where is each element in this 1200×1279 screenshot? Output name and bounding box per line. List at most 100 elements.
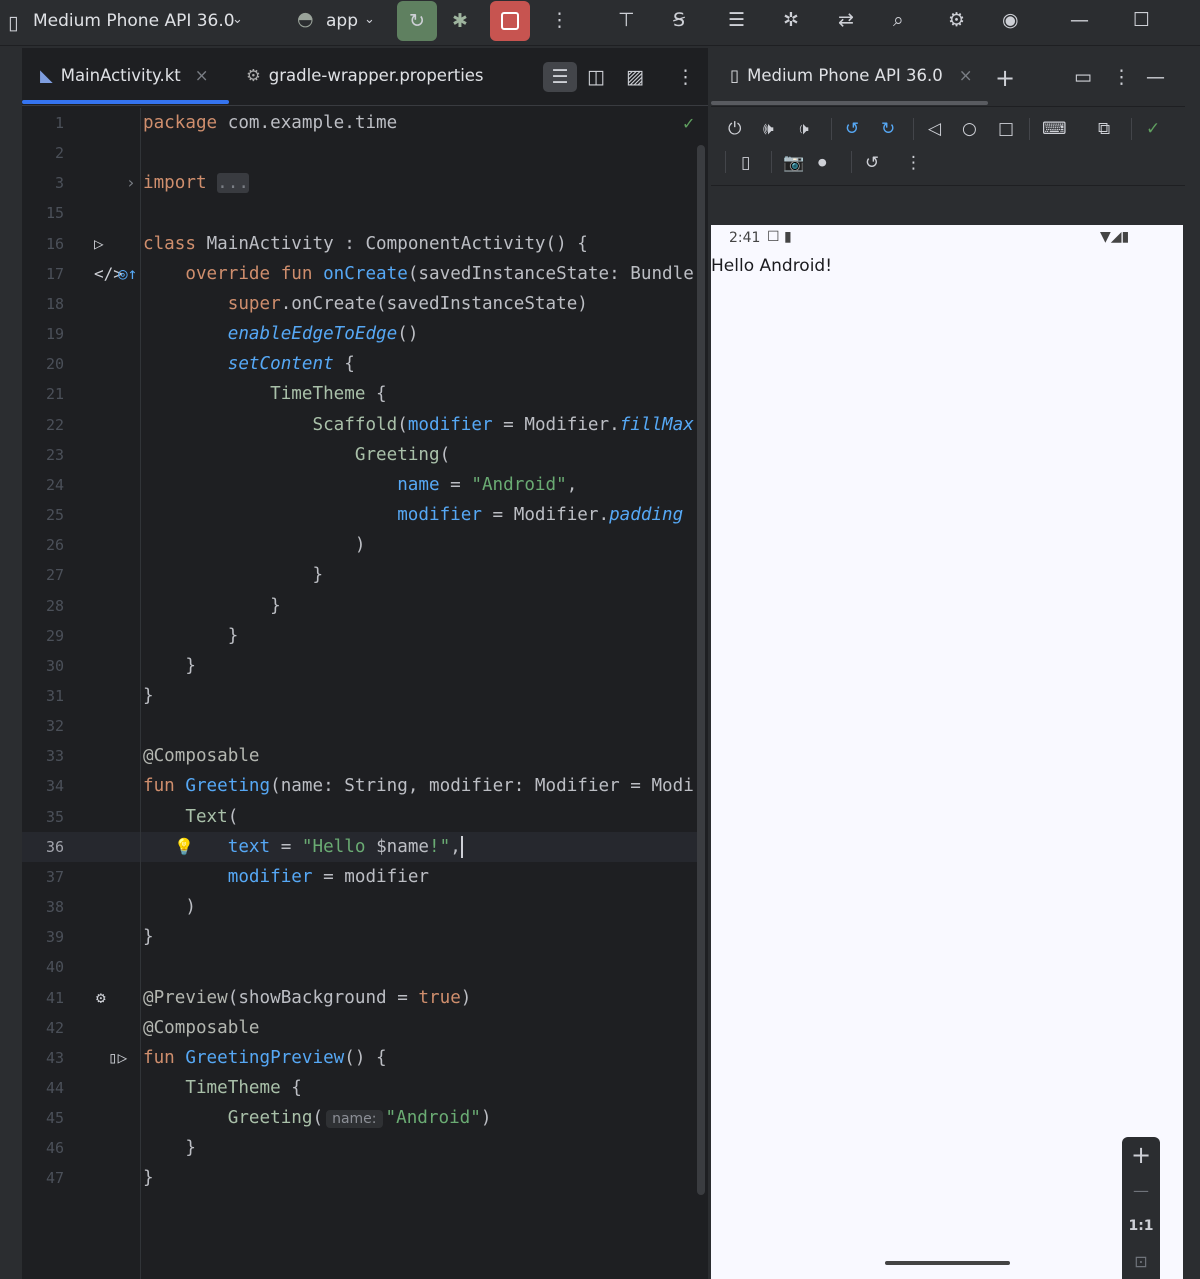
code-line: } <box>143 681 705 711</box>
code-line: enableEdgeToEdge() <box>143 319 705 349</box>
line-number: 38 <box>45 898 64 917</box>
line-number: 39 <box>45 928 64 947</box>
code-view-button[interactable]: ☰ <box>543 62 577 92</box>
design-view-button[interactable]: ▨ <box>626 66 644 88</box>
code-token-kw: override fun <box>143 263 324 284</box>
gutter-line: 44 <box>22 1073 140 1103</box>
code-token-ann: @Preview <box>143 987 228 1008</box>
zoom-out-button[interactable]: — <box>1133 1173 1149 1209</box>
gutter-line: 43 ▯▷ <box>22 1043 140 1073</box>
stop-button[interactable] <box>490 1 530 41</box>
maximize-icon[interactable]: ☐ <box>1133 9 1150 31</box>
line-number: 15 <box>45 204 64 223</box>
code-line: class MainActivity : ComponentActivity()… <box>143 229 705 259</box>
override-icon[interactable]: ◎↑ <box>118 259 137 289</box>
attach-debugger-icon[interactable]: ✲ <box>783 9 799 31</box>
code-area[interactable]: package com.example.time import ... class … <box>143 108 705 1194</box>
code-token-tx: } <box>143 655 196 676</box>
chevron-down-icon[interactable]: ⌄ <box>232 12 243 27</box>
editor-scrollbar[interactable] <box>697 145 705 1195</box>
code-line: @Preview(showBackground = true) <box>143 983 705 1013</box>
overview-icon[interactable]: □ <box>998 119 1014 139</box>
back-icon[interactable]: ◁ <box>928 119 941 139</box>
minimize-icon[interactable]: — <box>1070 9 1089 31</box>
code-token-tx: } <box>143 595 281 616</box>
line-number: 23 <box>45 445 64 464</box>
gutter-line: 2 <box>22 138 140 168</box>
code-line: @Composable <box>143 1013 705 1043</box>
code-token-tx <box>143 384 270 404</box>
hide-panel-icon[interactable]: — <box>1146 66 1165 88</box>
divider <box>711 185 1185 186</box>
fold-arrow-icon[interactable]: › <box>126 168 136 198</box>
screenshot-icon[interactable]: 📷 <box>783 153 804 173</box>
debug-icon[interactable]: ✱ <box>452 10 468 32</box>
sync-icon[interactable]: ⇄ <box>838 9 854 31</box>
gutter-line: 34 <box>22 771 140 801</box>
home-icon[interactable]: ○ <box>962 119 977 139</box>
preview-icon[interactable]: ▯▷ <box>108 1043 127 1073</box>
zoom-in-button[interactable]: + <box>1131 1137 1151 1173</box>
device-screen[interactable] <box>711 225 1183 1279</box>
translate-icon[interactable]: Ꞩ <box>673 9 685 31</box>
code-token-tx: } <box>143 685 154 706</box>
code-token-fold[interactable]: ... <box>217 173 249 194</box>
notification-icons: ☐ ▮ <box>767 229 792 245</box>
code-token-cmp: TimeTheme <box>185 1078 281 1098</box>
code-line: TimeTheme { <box>143 379 705 409</box>
code-token-tx: , <box>566 474 578 495</box>
code-token-str: "Hello <box>301 836 377 857</box>
window-layout-icon[interactable]: ▭ <box>1074 66 1092 88</box>
tab-gradle-wrapper[interactable]: ⚙ gradle-wrapper.properties <box>246 66 484 85</box>
gesture-nav-bar[interactable] <box>885 1261 1010 1265</box>
screen-record-icon[interactable]: ⏺ <box>818 153 827 173</box>
run-config-selector[interactable]: app <box>326 11 358 31</box>
code-token-kw: class <box>143 233 207 254</box>
power-icon[interactable]: ⏻ <box>728 119 741 139</box>
more-icon[interactable]: ⋮ <box>676 66 695 88</box>
gutter-line: 41 ⚙ <box>22 983 140 1013</box>
code-line: ) <box>143 530 705 560</box>
rotate-left-icon[interactable]: ↺ <box>845 119 859 139</box>
keyboard-mouse-icon[interactable]: ⌨ <box>1042 119 1067 139</box>
settings-icon[interactable]: ⚙ <box>948 9 965 31</box>
device-selector[interactable]: Medium Phone API 36.0 <box>33 11 235 31</box>
profiler-icon[interactable]: ⊤ <box>618 9 635 31</box>
search-icon[interactable]: ⌕ <box>893 9 904 31</box>
gutter-line: 40 <box>22 952 140 982</box>
code-line: setContent { <box>143 349 705 379</box>
tab-running-device[interactable]: ▯ Medium Phone API 36.0 × <box>730 66 973 85</box>
code-token-fn: onCreate <box>323 263 408 284</box>
code-token-tx: () { <box>344 1047 387 1068</box>
layout-inspector-icon[interactable]: ☰ <box>728 9 745 31</box>
zoom-actual-size-button[interactable]: 1:1 <box>1128 1208 1153 1244</box>
code-line: package com.example.time <box>143 108 705 138</box>
rotate-right-icon[interactable]: ↻ <box>881 119 895 139</box>
more-icon[interactable]: ⋮ <box>1112 66 1131 88</box>
device-settings-icon[interactable]: ▯ <box>741 153 750 173</box>
volume-down-icon[interactable]: 🕩 <box>798 119 809 139</box>
tab-label: MainActivity.kt <box>60 66 181 85</box>
code-token-tx: } <box>143 1138 196 1159</box>
split-view-button[interactable]: ◫ <box>587 66 605 88</box>
more-icon[interactable]: ⋮ <box>550 9 569 31</box>
gear-icon[interactable]: ⚙ <box>96 983 106 1013</box>
line-number: 41 <box>45 988 64 1007</box>
volume-up-icon[interactable]: 🕪 <box>763 119 774 139</box>
code-token-tx: } <box>143 565 324 586</box>
chevron-down-icon[interactable]: ⌄ <box>364 12 375 27</box>
android-icon: ◓ <box>297 8 314 30</box>
tab-main-activity[interactable]: ◣ MainActivity.kt × <box>40 66 209 85</box>
close-icon[interactable]: × <box>195 66 209 85</box>
account-icon[interactable]: ◉ <box>1002 9 1019 31</box>
line-number: 2 <box>54 144 64 163</box>
snapshot-restore-icon[interactable]: ↺ <box>865 153 879 173</box>
line-number: 1 <box>54 114 64 132</box>
inspect-icon[interactable]: ⧉ <box>1098 119 1110 139</box>
code-token-tx: = Modifier. <box>492 414 620 435</box>
close-icon[interactable]: × <box>959 66 973 85</box>
more-icon[interactable]: ⋮ <box>905 153 922 173</box>
add-device-icon[interactable]: + <box>995 64 1015 92</box>
rerun-button[interactable]: ↻ <box>397 1 437 41</box>
fit-screen-icon[interactable]: ⊡ <box>1134 1244 1147 1279</box>
